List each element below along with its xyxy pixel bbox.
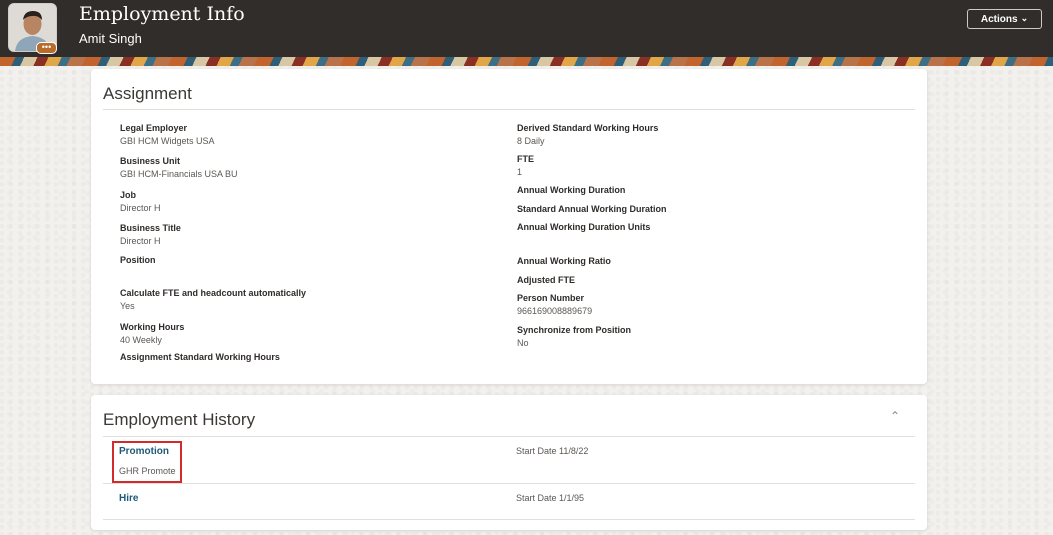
field-derived-standard-working-hours: Derived Standard Working Hours 8 Daily: [517, 122, 658, 147]
field-value: GBI HCM-Financials USA BU: [120, 169, 238, 179]
person-name: Amit Singh: [79, 31, 142, 46]
field-label: Annual Working Duration Units: [517, 222, 651, 232]
field-synchronize-from-position: Synchronize from Position No: [517, 324, 631, 349]
field-label: Position: [120, 255, 156, 265]
field-annual-working-duration: Annual Working Duration: [517, 184, 625, 196]
history-item-hire-link[interactable]: Hire: [119, 493, 138, 504]
actions-button-label: Actions: [980, 13, 1018, 25]
field-label: Derived Standard Working Hours: [517, 123, 659, 133]
field-label: Business Title: [120, 223, 181, 233]
field-value: 966169008889679: [517, 306, 593, 316]
employment-history-title: Employment History: [103, 410, 256, 429]
field-label: Standard Annual Working Duration: [517, 204, 667, 214]
field-job: Job Director H: [120, 189, 161, 214]
chevron-up-icon[interactable]: ⌃: [888, 409, 902, 423]
field-label: FTE: [517, 154, 534, 164]
field-label: Annual Working Ratio: [517, 256, 611, 266]
field-person-number: Person Number 966169008889679: [517, 292, 592, 317]
field-label: Annual Working Duration: [517, 185, 626, 195]
row-divider: [103, 483, 915, 484]
field-business-unit: Business Unit GBI HCM-Financials USA BU: [120, 155, 238, 180]
field-annual-working-ratio: Annual Working Ratio: [517, 255, 611, 267]
field-fte: FTE 1: [517, 153, 534, 178]
section-divider: [103, 109, 915, 110]
decorative-banner: [0, 57, 1053, 66]
row-divider: [103, 519, 915, 520]
field-value: Director H: [120, 203, 161, 213]
assignment-title: Assignment: [103, 84, 192, 103]
field-label: Synchronize from Position: [517, 325, 632, 335]
field-standard-annual-working-duration: Standard Annual Working Duration: [517, 203, 667, 215]
employment-history-section: Employment History ⌃ Promotion GHR Promo…: [91, 395, 927, 530]
field-label: Business Unit: [120, 156, 181, 166]
highlight-annotation: [112, 441, 182, 483]
assignment-section: Assignment Legal Employer GBI HCM Widget…: [91, 69, 927, 384]
field-value: Director H: [120, 236, 161, 246]
field-value: Yes: [120, 301, 135, 311]
field-working-hours: Working Hours 40 Weekly: [120, 321, 184, 346]
page-header: ••• Employment Info Amit Singh Actions ⌄: [0, 0, 1053, 57]
field-label: Job: [120, 190, 137, 200]
field-value: 8 Daily: [517, 136, 545, 146]
field-assignment-standard-working-hours: Assignment Standard Working Hours: [120, 351, 280, 363]
field-value: 40 Weekly: [120, 335, 162, 345]
field-value: GBI HCM Widgets USA: [120, 136, 215, 146]
field-label: Adjusted FTE: [517, 275, 575, 285]
field-label: Legal Employer: [120, 123, 188, 133]
actions-button[interactable]: Actions ⌄: [967, 9, 1042, 29]
field-calculate-fte: Calculate FTE and headcount automaticall…: [120, 287, 306, 312]
history-item-date: Start Date 1/1/95: [516, 493, 585, 503]
field-value: No: [517, 338, 529, 348]
field-legal-employer: Legal Employer GBI HCM Widgets USA: [120, 122, 215, 147]
field-position: Position: [120, 254, 156, 266]
field-label: Working Hours: [120, 322, 185, 332]
avatar-more-badge[interactable]: •••: [36, 42, 57, 54]
field-label: Assignment Standard Working Hours: [120, 352, 280, 362]
field-value: 1: [517, 167, 523, 177]
field-business-title: Business Title Director H: [120, 222, 181, 247]
field-adjusted-fte: Adjusted FTE: [517, 274, 575, 286]
field-annual-working-duration-units: Annual Working Duration Units: [517, 221, 650, 233]
history-item-date: Start Date 11/8/22: [516, 446, 589, 456]
chevron-down-icon: ⌄: [1020, 12, 1029, 23]
field-label: Calculate FTE and headcount automaticall…: [120, 288, 307, 298]
field-label: Person Number: [517, 293, 585, 303]
page-title: Employment Info: [79, 3, 245, 25]
section-divider: [103, 436, 915, 437]
